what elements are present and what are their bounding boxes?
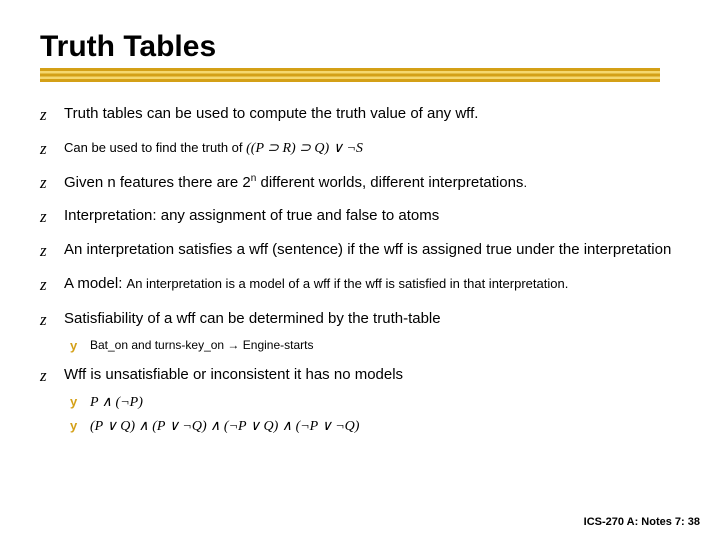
list-item: z Wff is unsatisfiable or inconsistent i… [40, 365, 680, 387]
z-bullet-icon: z [40, 104, 54, 126]
item-text: Can be used to find the truth of ((P ⊃ R… [64, 138, 680, 158]
item-text: Given n features there are 2n different … [64, 172, 680, 193]
item-rest: An interpretation is a model of a wff if… [127, 276, 569, 291]
footer-text: ICS-270 A: Notes 7: 38 [584, 516, 700, 528]
list-item: z Given n features there are 2n differen… [40, 172, 680, 194]
item-text: Interpretation: any assignment of true a… [64, 206, 680, 226]
item-text: Wff is unsatisfiable or inconsistent it … [64, 365, 680, 385]
slide-title: Truth Tables [40, 30, 680, 64]
item-text: A model: An interpretation is a model of… [64, 274, 680, 294]
item-text: An interpretation satisfies a wff (sente… [64, 240, 680, 260]
list-item: z An interpretation satisfies a wff (sen… [40, 240, 680, 262]
y-bullet-icon: y [70, 337, 82, 355]
sub-list: y P ∧ (¬P) y (P ∨ Q) ∧ (P ∨ ¬Q) ∧ (¬P ∨ … [70, 393, 680, 436]
list-item: z Can be used to find the truth of ((P ⊃… [40, 138, 680, 160]
z-bullet-icon: z [40, 172, 54, 194]
sub-item: y Bat_on and turns-key_on → Engine-start… [70, 337, 680, 355]
z-bullet-icon: z [40, 138, 54, 160]
y-bullet-icon: y [70, 417, 82, 435]
z-bullet-icon: z [40, 206, 54, 228]
list-item: z Truth tables can be used to compute th… [40, 104, 680, 126]
z-bullet-icon: z [40, 274, 54, 296]
title-underline [40, 68, 660, 82]
item-strong: A model: [64, 275, 127, 292]
formula: P ∧ (¬P) [90, 393, 143, 413]
list-item: z Satisfiability of a wff can be determi… [40, 309, 680, 331]
list-item: z Interpretation: any assignment of true… [40, 206, 680, 228]
list-item: z A model: An interpretation is a model … [40, 274, 680, 296]
item-html: Given n features there are 2n different … [64, 174, 523, 191]
sub-item: y (P ∨ Q) ∧ (P ∨ ¬Q) ∧ (¬P ∨ Q) ∧ (¬P ∨ … [70, 417, 680, 437]
sub-text: Bat_on and turns-key_on → Engine-starts [90, 337, 313, 354]
item-text: Satisfiability of a wff can be determine… [64, 309, 680, 329]
item-suffix: . [523, 175, 527, 190]
formula: ((P ⊃ R) ⊃ Q) ∨ ¬S [246, 141, 363, 156]
sub-list: y Bat_on and turns-key_on → Engine-start… [70, 337, 680, 355]
item-text: Truth tables can be used to compute the … [64, 104, 680, 124]
y-bullet-icon: y [70, 393, 82, 411]
z-bullet-icon: z [40, 309, 54, 331]
formula: (P ∨ Q) ∧ (P ∨ ¬Q) ∧ (¬P ∨ Q) ∧ (¬P ∨ ¬Q… [90, 417, 359, 437]
z-bullet-icon: z [40, 240, 54, 262]
z-bullet-icon: z [40, 365, 54, 387]
bullet-list: z Truth tables can be used to compute th… [40, 104, 680, 436]
item-prefix: Can be used to find the truth of [64, 140, 246, 155]
sub-item: y P ∧ (¬P) [70, 393, 680, 413]
